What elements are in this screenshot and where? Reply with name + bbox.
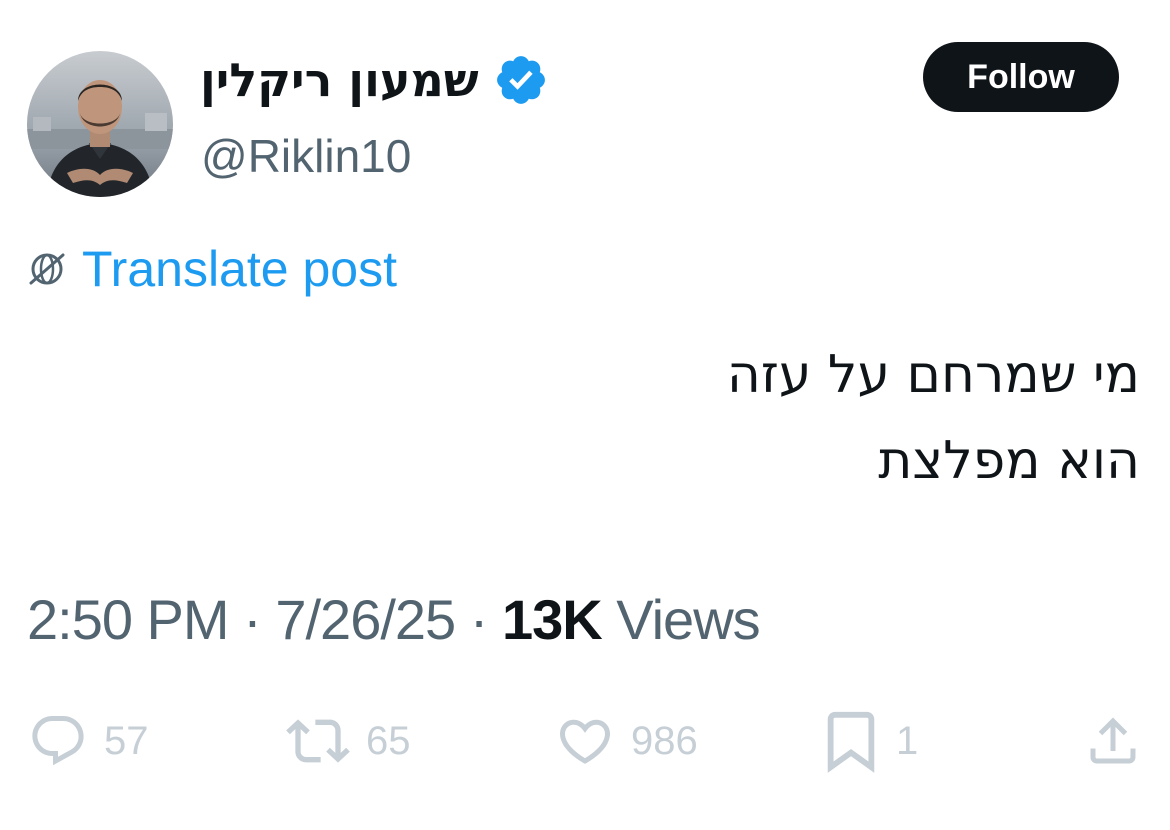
reply-button[interactable]: 57 bbox=[28, 706, 149, 776]
action-bar: 57 65 986 1 bbox=[0, 706, 1170, 776]
globe-icon bbox=[29, 253, 65, 285]
bookmark-count: 1 bbox=[896, 719, 919, 763]
post-date[interactable]: 7/26/25 bbox=[275, 588, 456, 651]
profile-photo bbox=[27, 51, 173, 197]
post-text-line: מי שמרחם על עזה bbox=[726, 345, 1140, 405]
verified-badge-icon[interactable] bbox=[493, 52, 549, 108]
avatar[interactable] bbox=[27, 51, 173, 197]
repost-icon bbox=[286, 719, 350, 763]
post-text-line: הוא מפלצת bbox=[878, 431, 1140, 491]
share-button[interactable] bbox=[1083, 706, 1143, 776]
post-text: מי שמרחם על עזה הוא מפלצת bbox=[340, 332, 1140, 504]
like-count: 986 bbox=[631, 719, 698, 763]
views-label: Views bbox=[616, 588, 760, 651]
bookmark-icon bbox=[827, 711, 875, 773]
post-meta: 2:50 PM · 7/26/25 · 13K Views bbox=[27, 584, 761, 656]
follow-button[interactable]: Follow bbox=[923, 42, 1119, 112]
heart-icon bbox=[559, 719, 611, 764]
translate-post-label[interactable]: Translate post bbox=[82, 238, 397, 300]
user-handle[interactable]: @Riklin10 bbox=[201, 126, 411, 186]
views-count: 13K bbox=[501, 588, 603, 651]
meta-separator: · bbox=[243, 588, 262, 651]
repost-count: 65 bbox=[366, 719, 411, 763]
display-name-row[interactable]: שמעון ריקלין bbox=[200, 50, 549, 110]
meta-separator: · bbox=[469, 588, 489, 651]
like-button[interactable]: 986 bbox=[555, 706, 698, 776]
reply-count: 57 bbox=[104, 719, 149, 763]
post-time[interactable]: 2:50 PM bbox=[27, 588, 230, 651]
bookmark-button[interactable]: 1 bbox=[822, 706, 918, 776]
repost-button[interactable]: 65 bbox=[286, 706, 411, 776]
share-icon bbox=[1090, 717, 1136, 764]
translate-post-link[interactable]: Translate post bbox=[26, 238, 397, 300]
reply-icon bbox=[32, 716, 84, 766]
display-name[interactable]: שמעון ריקלין bbox=[200, 50, 479, 110]
